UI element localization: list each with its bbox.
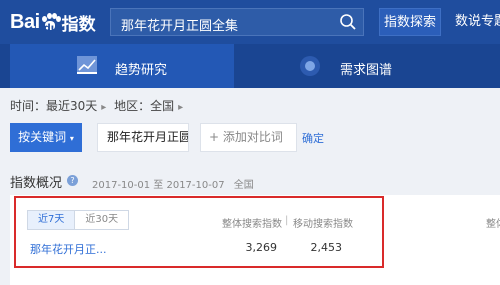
col-divider: | bbox=[285, 215, 289, 226]
period-7days[interactable]: 近7天 bbox=[28, 211, 76, 229]
section-title: 指数概况 bbox=[10, 176, 63, 191]
filter-bar: 时间：最近30天 ▸ 地区：全国 ▸ bbox=[10, 97, 187, 114]
col-overall-right: 整体 bbox=[486, 219, 500, 230]
period-30days[interactable]: 近30天 bbox=[75, 211, 128, 229]
col-mobile-index: 移动搜索指数 bbox=[293, 219, 353, 230]
paw-icon: du bbox=[41, 13, 61, 34]
nav-data-topics[interactable]: 数说专题 bbox=[455, 8, 500, 36]
confirm-link[interactable]: 确定 bbox=[302, 130, 324, 146]
baidu-index-logo[interactable]: Bai du 指数 bbox=[10, 9, 96, 35]
highlight-box bbox=[14, 196, 384, 268]
date-range: 2017-10-01 至 2017-10-07 全国 bbox=[92, 180, 254, 191]
demand-map-icon bbox=[300, 56, 320, 76]
col-overall-index: 整体搜索指数 bbox=[222, 219, 282, 230]
keyword-row-name[interactable]: 那年花开月正... bbox=[30, 241, 107, 257]
chevron-right-icon: ▸ bbox=[101, 102, 107, 113]
period-toggle: 近7天 近30天 bbox=[27, 210, 130, 230]
tab-trend-label: 趋势研究 bbox=[115, 63, 168, 78]
keyword-input[interactable]: 那年花开月正圆 bbox=[97, 123, 189, 152]
overall-index-value: 3,269 bbox=[245, 241, 278, 254]
search-icon[interactable] bbox=[339, 13, 357, 31]
tab-demand-map[interactable]: 需求图谱 bbox=[340, 59, 392, 78]
index-explore-button[interactable]: 指数探索 bbox=[379, 8, 441, 36]
help-icon[interactable]: ? bbox=[67, 175, 78, 186]
trend-chart-icon bbox=[77, 56, 97, 74]
add-compare-button[interactable]: + 添加对比词 bbox=[200, 123, 297, 152]
chevron-right-icon: ▸ bbox=[178, 102, 184, 113]
caret-down-icon: ▾ bbox=[69, 134, 74, 143]
region-filter[interactable]: 地区：全国 bbox=[114, 99, 174, 113]
keyword-type-button[interactable]: 按关键词 ▾ bbox=[10, 123, 82, 152]
search-box[interactable]: 那年花开月正圆全集 bbox=[110, 8, 364, 36]
time-filter[interactable]: 时间：最近30天 bbox=[10, 99, 97, 113]
mobile-index-value: 2,453 bbox=[310, 241, 343, 254]
search-input[interactable]: 那年花开月正圆全集 bbox=[121, 15, 238, 34]
